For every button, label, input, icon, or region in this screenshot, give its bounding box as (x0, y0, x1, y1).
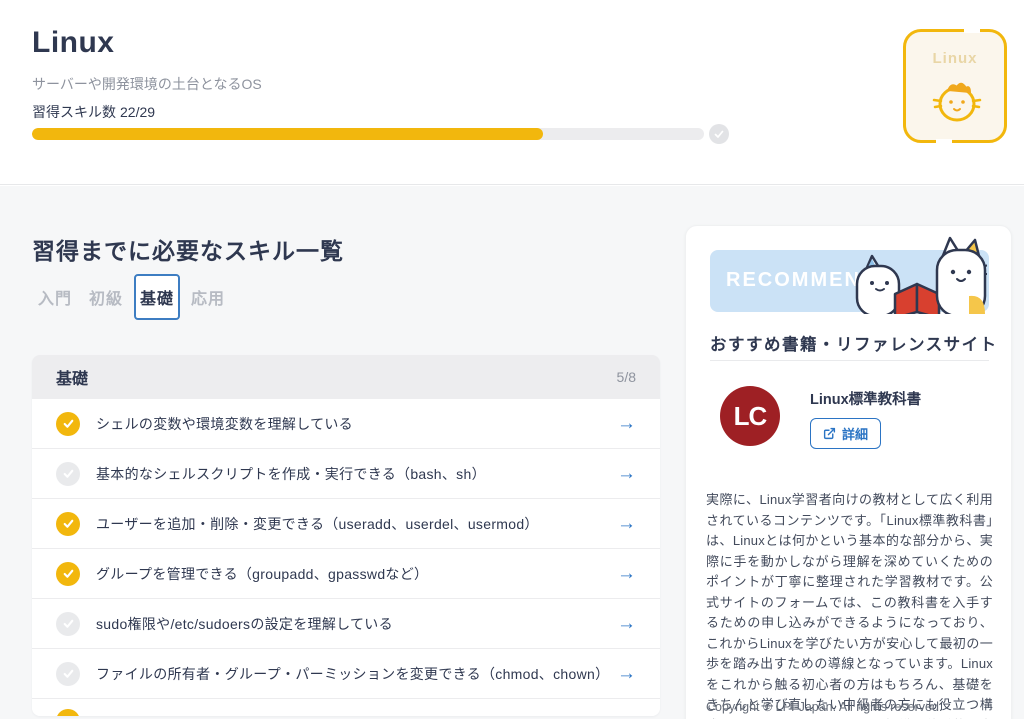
skill-label: グループを管理できる（groupadd、gpasswdなど） (96, 564, 617, 584)
skill-card-title: 基礎 (56, 365, 88, 389)
skill-label: シェルの変数や環境変数を理解している (96, 414, 617, 434)
skill-row-partial[interactable] (32, 699, 660, 716)
book-title: Linux標準教科書 (810, 388, 921, 409)
detail-button-label: 詳細 (842, 424, 868, 443)
tab-kiso[interactable]: 基礎 (134, 274, 180, 320)
arrow-right-icon[interactable]: → (617, 463, 636, 485)
mascot-border-gap (936, 139, 952, 144)
page-title: Linux (32, 26, 115, 60)
mascot-label: Linux (906, 50, 1004, 67)
arrow-right-icon[interactable]: → (617, 513, 636, 535)
check-icon (56, 709, 80, 716)
skill-label: sudo権限や/etc/sudoersの設定を理解している (96, 614, 617, 634)
skill-row[interactable]: シェルの変数や環境変数を理解している → (32, 399, 660, 449)
skill-row[interactable]: sudo権限や/etc/sudoersの設定を理解している → (32, 599, 660, 649)
tab-shokyu[interactable]: 初級 (83, 274, 129, 320)
book-description: 実際に、Linux学習者向けの教材として広く利用されているコンテンツです。「Li… (706, 490, 993, 719)
external-link-icon (823, 427, 836, 440)
recommend-sidebar-card: RECOMMEND (685, 225, 1012, 719)
page-subtitle: サーバーや開発環境の土台となるOS (32, 74, 262, 94)
progress-bar (32, 128, 704, 140)
level-tabs: 入門 初級 基礎 応用 (32, 274, 236, 320)
page-header: Linux サーバーや開発環境の土台となるOS 習得スキル数22/29 Linu… (0, 0, 1024, 185)
section-title: 習得までに必要なスキル一覧 (32, 232, 344, 266)
arrow-right-icon[interactable]: → (617, 663, 636, 685)
skill-row[interactable]: 基本的なシェルスクリプトを作成・実行できる（bash、sh） → (32, 449, 660, 499)
tab-oyo[interactable]: 応用 (185, 274, 231, 320)
skill-row[interactable]: グループを管理できる（groupadd、gpasswdなど） → (32, 549, 660, 599)
skill-row[interactable]: ファイルの所有者・グループ・パーミッションを変更できる（chmod、chown）… (32, 649, 660, 699)
check-icon (56, 612, 80, 636)
skill-count: 習得スキル数22/29 (32, 102, 155, 122)
progress-complete-check-icon (709, 124, 729, 144)
reading-cats-illustration-icon (847, 236, 987, 319)
skill-count-value: 22/29 (120, 104, 155, 120)
arrow-right-icon[interactable]: → (617, 613, 636, 635)
lc-book-logo: LC (720, 386, 780, 446)
arrow-right-icon[interactable]: → (617, 413, 636, 435)
progress-bar-fill (32, 128, 543, 140)
cat-mascot-icon (928, 74, 986, 131)
skill-label: ファイルの所有者・グループ・パーミッションを変更できる（chmod、chown） (96, 664, 617, 684)
book-item: LC Linux標準教科書 詳細 (720, 386, 921, 449)
divider (710, 360, 989, 361)
skill-label: 基本的なシェルスクリプトを作成・実行できる（bash、sh） (96, 464, 617, 484)
tab-nyumon[interactable]: 入門 (32, 274, 78, 320)
check-icon (56, 662, 80, 686)
skill-card-header: 基礎 5/8 (32, 355, 660, 399)
detail-button[interactable]: 詳細 (810, 418, 881, 449)
sidebar-heading: おすすめ書籍・リファレンスサイト (710, 331, 998, 355)
recommend-banner: RECOMMEND (710, 250, 989, 312)
check-icon (56, 562, 80, 586)
check-icon (56, 462, 80, 486)
skill-card-count: 5/8 (617, 369, 636, 385)
copyright-text: Copyright © LPI-Japan. All rights reserv… (706, 700, 993, 714)
linux-mascot-card: Linux (903, 29, 1007, 143)
skill-row[interactable]: ユーザーを追加・削除・変更できる（useradd、userdel、usermod… (32, 499, 660, 549)
page: Linux サーバーや開発環境の土台となるOS 習得スキル数22/29 Linu… (0, 0, 1024, 719)
skill-list-card: 基礎 5/8 シェルの変数や環境変数を理解している → 基本的なシェルスクリプト… (32, 355, 660, 716)
check-icon (56, 412, 80, 436)
arrow-right-icon[interactable]: → (617, 563, 636, 585)
check-icon (56, 512, 80, 536)
skill-label: ユーザーを追加・削除・変更できる（useradd、userdel、usermod… (96, 514, 617, 534)
mascot-border-gap (964, 28, 980, 33)
skill-count-label: 習得スキル数 (32, 104, 116, 120)
